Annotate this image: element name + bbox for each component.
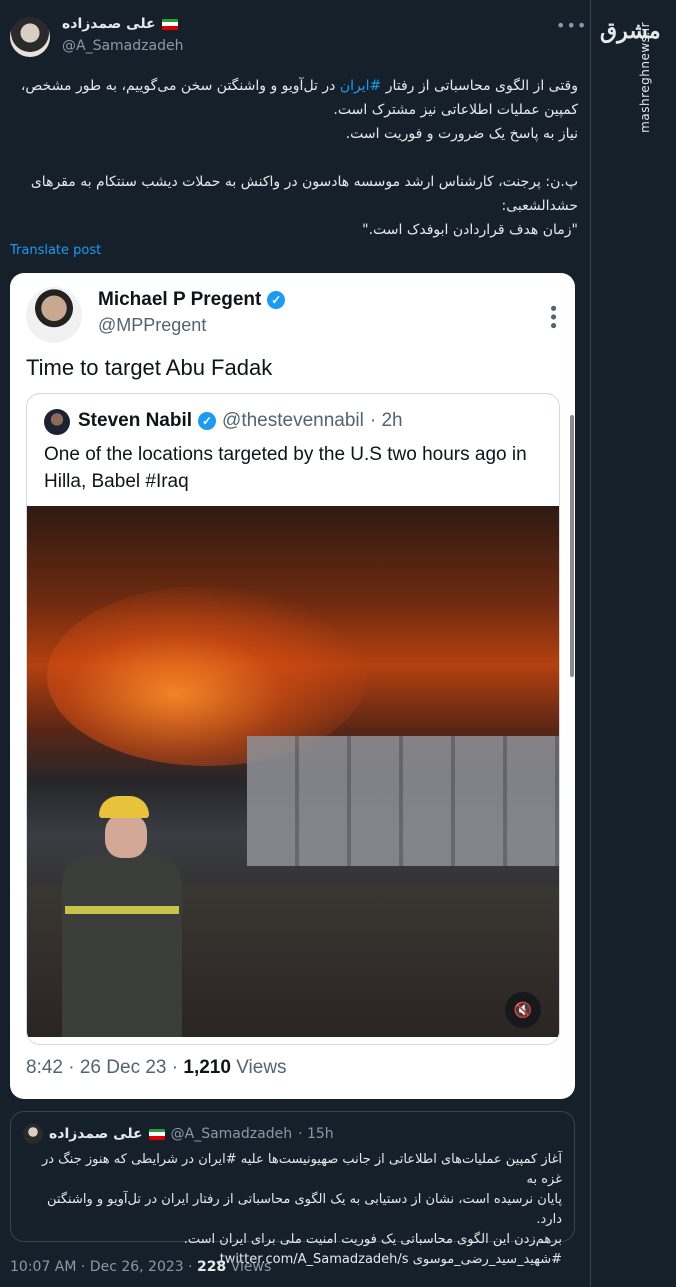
more-options-icon[interactable]: •••	[556, 16, 587, 35]
firefighter	[57, 796, 187, 1037]
quoted-avatar	[23, 1124, 43, 1144]
tweet-body-text: پ.ن: پرجنت، کارشناس ارشد موسسه هادسون در…	[30, 174, 578, 190]
quote-header: Steven Nabil ✓ @thestevennabil · 2h	[78, 410, 403, 432]
verified-badge-icon: ✓	[267, 291, 286, 309]
tweet-meta: 10:07 AM · Dec 26, 2023 · 228 Views	[10, 1259, 271, 1275]
iran-flag-icon	[161, 18, 178, 30]
quoted-tweet[interactable]: علی صمدزاده @A_Samadzadeh · 15h آغاز کمپ…	[10, 1111, 575, 1267]
firefighter-body	[62, 854, 182, 1037]
mashregh-logo: مشرق mashreghnews.ir	[600, 18, 661, 133]
helmet	[99, 796, 149, 818]
tweet-body-text: وقتی از الگوی محاسباتی از رفتار	[381, 78, 578, 94]
embedded-author-name: Michael P Pregent	[98, 289, 262, 310]
embedded-footer: 8:42 · 26 Dec 23 · 1,210 Views	[26, 1057, 287, 1079]
embedded-quote: Steven Nabil ✓ @thestevennabil · 2h One …	[26, 393, 560, 1045]
embedded-more-icon: •••	[542, 303, 563, 329]
quote-text: One of the locations targeted by the U.S…	[44, 444, 527, 492]
tweet-body-line: حشدالشعبی:	[18, 194, 578, 218]
quoted-time: · 15h	[298, 1126, 334, 1142]
mashregh-site-text: mashreghnews.ir	[638, 22, 652, 133]
quoted-line: آغاز کمپین عملیات‌های اطلاعاتی از جانب ص…	[41, 1152, 562, 1187]
fence	[247, 736, 559, 866]
speaker-muted-icon: 🔇	[505, 992, 541, 1028]
embedded-avatar	[26, 287, 82, 343]
tweet-body: وقتی از الگوی محاسباتی از رفتار #ایران د…	[18, 74, 578, 242]
firefighter-face	[105, 814, 147, 858]
tweet-body-text: حشدالشعبی:	[501, 198, 578, 214]
tweet-body-text: در تل‌آویو و واشنگتن سخن می‌گوییم، به طو…	[20, 78, 340, 94]
tweet-body-line: کمپین عملیات اطلاعاتی نیز مشترک است.	[18, 98, 578, 122]
embedded-tweet-image[interactable]: Michael P Pregent ✓ @MPPregent ••• Time …	[10, 273, 575, 1099]
embedded-views-count: 1,210	[183, 1057, 231, 1078]
tweet-body-text: کمپین عملیات اطلاعاتی نیز مشترک است.	[333, 102, 578, 118]
quote-time: · 2h	[369, 410, 403, 431]
tweet-body-line: پ.ن: پرجنت، کارشناس ارشد موسسه هادسون در…	[18, 170, 578, 194]
author-name[interactable]: علی صمدزاده	[62, 16, 156, 32]
author-handle[interactable]: @A_Samadzadeh	[62, 38, 183, 54]
embedded-views-label: Views	[230, 1057, 287, 1078]
reflective-stripe	[65, 906, 179, 914]
quoted-tweet-header: علی صمدزاده @A_Samadzadeh · 15h	[23, 1124, 334, 1144]
author-name-row[interactable]: علی صمدزاده	[62, 16, 178, 32]
tweet-body-text: "زمان هدف قراردادن ابوفدک است."	[362, 222, 578, 238]
tweet-container: علی صمدزاده @A_Samadzadeh ••• وقتی از ال…	[0, 0, 590, 1287]
tweet-body-text: نیاز به پاسخ یک ضرورت و فوریت است.	[345, 126, 578, 142]
quote-avatar	[44, 409, 70, 435]
tweet-body-line: نیاز به پاسخ یک ضرورت و فوریت است.	[18, 122, 578, 146]
embedded-author-handle: @MPPregent	[98, 315, 207, 335]
scrollbar[interactable]	[570, 415, 574, 677]
iran-flag-icon	[148, 1128, 165, 1140]
tweet-body-line: "زمان هدف قراردادن ابوفدک است."	[18, 218, 578, 242]
embedded-footer-time: 8:42 · 26 Dec 23 ·	[26, 1057, 184, 1078]
hashtag-link[interactable]: #ایران	[340, 78, 381, 94]
avatar[interactable]	[10, 17, 50, 57]
quote-author-handle: @thestevennabil	[222, 410, 364, 431]
quoted-author-handle: @A_Samadzadeh	[170, 1126, 293, 1142]
tweet-timestamp[interactable]: 10:07 AM · Dec 26, 2023 ·	[10, 1259, 197, 1275]
watermark-divider	[590, 0, 591, 1287]
quoted-line: پایان نرسیده است، نشان از دستیابی به یک …	[47, 1192, 562, 1227]
views-label: Views	[226, 1259, 272, 1275]
views-count: 228	[197, 1259, 227, 1275]
verified-badge-icon: ✓	[198, 412, 217, 430]
tweet-body-line: وقتی از الگوی محاسباتی از رفتار #ایران د…	[18, 74, 578, 98]
video-frame: 🔇	[27, 506, 559, 1037]
translate-post-link[interactable]: Translate post	[10, 243, 101, 258]
quote-author-name: Steven Nabil	[78, 410, 193, 431]
tweet-body-line	[18, 146, 578, 170]
embedded-tweet-text: Time to target Abu Fadak	[26, 355, 273, 380]
embedded-author-row: Michael P Pregent ✓	[98, 289, 286, 311]
quoted-tweet-text: آغاز کمپین عملیات‌های اطلاعاتی از جانب ص…	[22, 1150, 562, 1270]
quoted-line: برهم‌زدن این الگوی محاسباتی یک فوریت امن…	[183, 1232, 562, 1247]
quoted-author-name: علی صمدزاده	[49, 1126, 143, 1142]
